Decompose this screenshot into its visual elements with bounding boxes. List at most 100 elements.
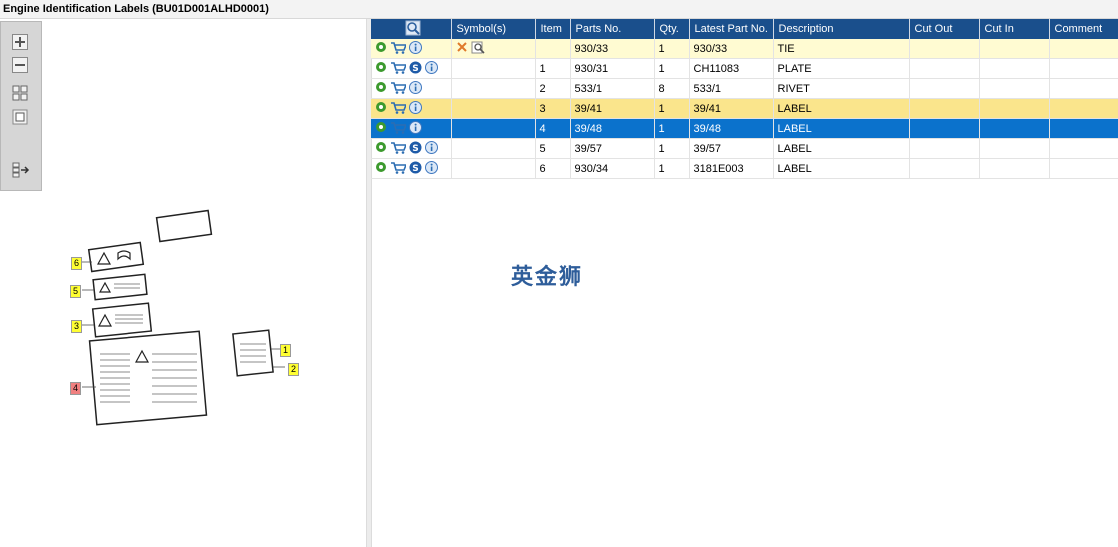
cart-icon[interactable] [390, 81, 408, 97]
table-row[interactable]: 3 39/41 1 39/41 LABEL [371, 98, 1118, 119]
cell-symbols [451, 39, 536, 59]
cell-cut-out [909, 158, 980, 179]
illustration-pane[interactable]: 6 5 3 4 1 2 [0, 19, 366, 547]
cell-parts-no: 930/34 [570, 158, 655, 179]
cart-icon[interactable] [390, 141, 408, 157]
cell-item: 4 [535, 118, 571, 139]
zoom-in-icon[interactable] [12, 34, 28, 50]
callout-5[interactable]: 5 [70, 285, 82, 298]
cell-qty: 1 [654, 158, 690, 179]
cell-description: LABEL [773, 138, 910, 159]
cell-parts-no: 39/48 [570, 118, 655, 139]
cell-cut-in [979, 138, 1050, 159]
cell-description: RIVET [773, 78, 910, 99]
cell-qty: 8 [654, 78, 690, 99]
col-cut-out[interactable]: Cut Out [909, 19, 980, 39]
cell-item: 5 [535, 138, 571, 159]
gear-icon[interactable] [375, 61, 387, 76]
cart-icon[interactable] [390, 41, 408, 57]
info-icon[interactable] [425, 160, 438, 177]
cell-parts-no: 39/57 [570, 138, 655, 159]
fit-window-icon[interactable] [12, 109, 28, 125]
cell-comment [1049, 78, 1118, 99]
gear-icon[interactable] [375, 101, 387, 116]
zoom-out-icon[interactable] [12, 57, 28, 73]
cell-cut-in [979, 158, 1050, 179]
info-icon[interactable] [409, 40, 422, 57]
col-symbols[interactable]: Symbol(s) [451, 19, 536, 39]
col-parts-no[interactable]: Parts No. [570, 19, 655, 39]
cell-cut-in [979, 78, 1050, 99]
cell-latest-part-no: 3181E003 [689, 158, 774, 179]
gear-icon[interactable] [375, 121, 387, 136]
cell-symbols [451, 58, 536, 79]
search-icon[interactable] [405, 20, 421, 36]
info-icon[interactable] [425, 60, 438, 77]
parts-illustration[interactable]: 6 5 3 4 1 2 [60, 204, 320, 434]
cell-comment [1049, 98, 1118, 119]
callout-3[interactable]: 3 [71, 320, 83, 333]
cell-comment [1049, 58, 1118, 79]
window-title: Engine Identification Labels (BU01D001AL… [3, 3, 269, 15]
col-item[interactable]: Item [535, 19, 571, 39]
cell-item [535, 39, 571, 59]
cart-icon[interactable] [390, 121, 408, 137]
window-title-bar: Engine Identification Labels (BU01D001AL… [0, 0, 1118, 19]
col-latest-part-no[interactable]: Latest Part No. [689, 19, 774, 39]
remove-icon[interactable] [456, 41, 468, 56]
watermark: 英金狮 [511, 265, 584, 290]
callout-2[interactable]: 2 [288, 363, 300, 376]
cell-symbols [451, 78, 536, 99]
table-row[interactable]: 930/33 1 930/33 TIE [371, 39, 1118, 59]
row-actions: S [371, 138, 452, 159]
s-badge-icon[interactable]: S [409, 141, 422, 157]
col-comment[interactable]: Comment [1049, 19, 1118, 39]
col-tools[interactable] [371, 19, 452, 39]
cell-qty: 1 [654, 39, 690, 59]
cell-comment [1049, 118, 1118, 139]
info-icon[interactable] [425, 140, 438, 157]
callout-1[interactable]: 1 [280, 344, 292, 357]
col-description[interactable]: Description [773, 19, 910, 39]
cell-description: LABEL [773, 158, 910, 179]
table-row[interactable]: 4 39/48 1 39/48 LABEL [371, 118, 1118, 139]
cart-icon[interactable] [390, 101, 408, 117]
callout-4[interactable]: 4 [70, 382, 82, 395]
cell-item: 6 [535, 158, 571, 179]
table-row[interactable]: S 6 930/34 1 3181E003 LABEL [371, 158, 1118, 179]
row-actions [371, 78, 452, 99]
row-actions [371, 118, 452, 139]
cell-description: LABEL [773, 118, 910, 139]
cell-item: 1 [535, 58, 571, 79]
table-row[interactable]: S 1 930/31 1 CH11083 PLATE [371, 58, 1118, 79]
cart-icon[interactable] [390, 61, 408, 77]
s-badge-icon[interactable]: S [409, 161, 422, 177]
gear-icon[interactable] [375, 41, 387, 56]
find-icon[interactable] [471, 41, 486, 57]
col-qty[interactable]: Qty. [654, 19, 690, 39]
cell-cut-in [979, 58, 1050, 79]
cell-parts-no: 533/1 [570, 78, 655, 99]
gear-icon[interactable] [375, 81, 387, 96]
cell-item: 3 [535, 98, 571, 119]
cell-description: TIE [773, 39, 910, 59]
info-icon[interactable] [409, 80, 422, 97]
gear-icon[interactable] [375, 141, 387, 156]
gear-icon[interactable] [375, 161, 387, 176]
info-icon[interactable] [409, 100, 422, 117]
s-badge-icon[interactable]: S [409, 61, 422, 77]
cell-qty: 1 [654, 58, 690, 79]
row-actions: S [371, 158, 452, 179]
export-icon[interactable] [12, 162, 30, 178]
cart-icon[interactable] [390, 161, 408, 177]
col-cut-in[interactable]: Cut In [979, 19, 1050, 39]
table-row[interactable]: S 5 39/57 1 39/57 LABEL [371, 138, 1118, 159]
fit-all-icon[interactable] [12, 85, 28, 101]
info-icon[interactable] [409, 120, 422, 137]
cell-symbols [451, 118, 536, 139]
cell-description: PLATE [773, 58, 910, 79]
cell-comment [1049, 138, 1118, 159]
svg-text:S: S [412, 64, 418, 74]
callout-6[interactable]: 6 [71, 257, 83, 270]
table-row[interactable]: 2 533/1 8 533/1 RIVET [371, 78, 1118, 99]
